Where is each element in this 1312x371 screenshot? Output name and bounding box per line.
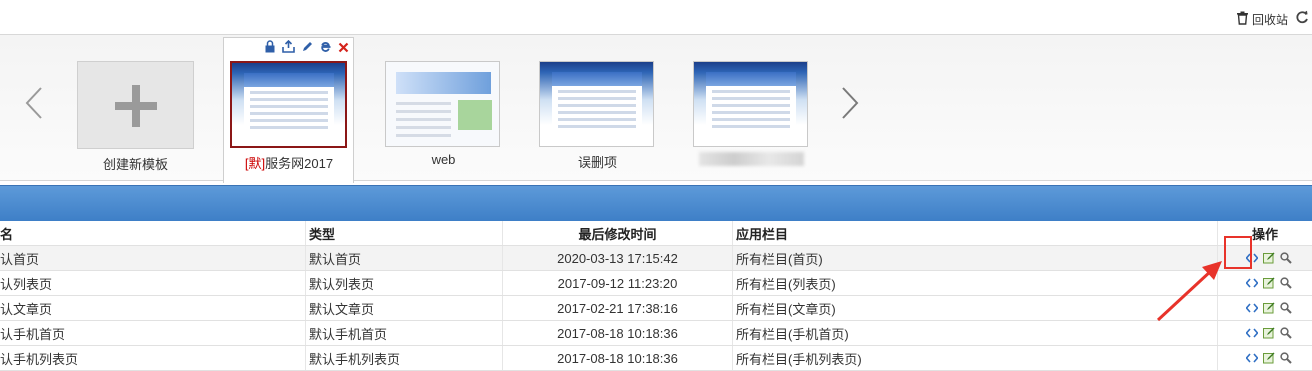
recycle-bin-button[interactable]: 回收站 (1236, 11, 1288, 28)
search-icon[interactable] (1280, 352, 1292, 364)
table-row: 认手机首页 默认手机首页 2017-08-18 10:18:36 所有栏目(手机… (0, 321, 1312, 346)
column-header-type: 类型 (306, 221, 503, 246)
operations-cell (1218, 296, 1312, 321)
last-modified-time: 2020-03-13 17:15:42 (503, 246, 733, 271)
applied-column: 所有栏目(列表页) (733, 271, 1218, 296)
last-modified-time: 2017-02-21 17:38:16 (503, 296, 733, 321)
last-modified-time: 2017-09-12 11:23:20 (503, 271, 733, 296)
template-card-blurred[interactable] (693, 61, 810, 169)
applied-column: 所有栏目(文章页) (733, 296, 1218, 321)
last-modified-time: 2017-08-18 10:18:36 (503, 321, 733, 346)
template-file-type: 默认手机列表页 (306, 346, 503, 371)
template-file-name: 认文章页 (0, 296, 306, 321)
template-toolbar (264, 40, 349, 56)
last-modified-time: 2017-08-18 10:18:36 (503, 346, 733, 371)
template-files-table: 名 类型 最后修改时间 应用栏目 操作 认首页 默认首页 2020-03-13 … (0, 221, 1312, 371)
top-bar: 回收站 (0, 0, 1312, 35)
export-icon[interactable] (282, 40, 295, 56)
default-badge: [默] (245, 156, 265, 171)
edit-pencil-icon[interactable] (301, 41, 313, 56)
search-icon[interactable] (1280, 252, 1292, 264)
template-file-type: 默认列表页 (306, 271, 503, 296)
template-file-type: 默认手机首页 (306, 321, 503, 346)
template-card-fuwuwang[interactable]: [默]服务网2017 (230, 61, 348, 172)
template-file-name: 认首页 (0, 246, 306, 271)
table-row: 认手机列表页 默认手机列表页 2017-08-18 10:18:36 所有栏目(… (0, 346, 1312, 371)
table-row: 认列表页 默认列表页 2017-09-12 11:23:20 所有栏目(列表页) (0, 271, 1312, 296)
code-edit-icon[interactable] (1246, 278, 1258, 288)
code-edit-icon[interactable] (1246, 353, 1258, 363)
template-thumbnail[interactable] (693, 61, 808, 147)
template-file-type: 默认首页 (306, 246, 503, 271)
create-template-label: 创建新模板 (77, 154, 194, 173)
edit-icon[interactable] (1263, 302, 1275, 314)
template-file-name: 认手机首页 (0, 321, 306, 346)
table-row: 认首页 默认首页 2020-03-13 17:15:42 所有栏目(首页) (0, 246, 1312, 271)
edit-icon[interactable] (1263, 327, 1275, 339)
operations-cell (1218, 321, 1312, 346)
applied-column: 所有栏目(手机列表页) (733, 346, 1218, 371)
column-header-applied-column: 应用栏目 (733, 221, 1218, 246)
annotation-arrow-icon (1150, 258, 1230, 328)
delete-x-icon[interactable] (338, 41, 349, 56)
applied-column: 所有栏目(首页) (733, 246, 1218, 271)
template-file-type: 默认文章页 (306, 296, 503, 321)
applied-column: 所有栏目(手机首页) (733, 321, 1218, 346)
search-icon[interactable] (1280, 277, 1292, 289)
template-thumbnail[interactable] (230, 61, 347, 148)
section-header-band (0, 185, 1312, 221)
template-name-redacted (693, 152, 810, 169)
template-name: 服务网2017 (265, 156, 333, 171)
table-header-row: 名 类型 最后修改时间 应用栏目 操作 (0, 221, 1312, 246)
trash-icon (1236, 11, 1249, 28)
search-icon[interactable] (1280, 302, 1292, 314)
template-strip (0, 35, 1312, 181)
template-label: [默]服务网2017 (230, 153, 348, 172)
plus-icon[interactable] (77, 61, 194, 149)
ie-preview-icon[interactable] (319, 40, 332, 56)
template-name: web (385, 152, 502, 167)
lock-icon[interactable] (264, 40, 276, 56)
create-template-card[interactable]: 创建新模板 (77, 61, 194, 173)
column-header-name: 名 (0, 221, 306, 246)
refresh-icon[interactable] (1295, 10, 1309, 27)
column-header-modified-time: 最后修改时间 (503, 221, 733, 246)
search-icon[interactable] (1280, 327, 1292, 339)
code-edit-icon[interactable] (1246, 328, 1258, 338)
operations-cell (1218, 271, 1312, 296)
next-arrow-icon[interactable] (840, 86, 860, 123)
template-card-deleted[interactable]: 误删项 (539, 61, 656, 171)
template-card-web[interactable]: web (385, 61, 502, 167)
table-row: 认文章页 默认文章页 2017-02-21 17:38:16 所有栏目(文章页) (0, 296, 1312, 321)
template-thumbnail[interactable] (539, 61, 654, 147)
template-file-name: 认列表页 (0, 271, 306, 296)
prev-arrow-icon[interactable] (24, 86, 44, 123)
edit-icon[interactable] (1263, 277, 1275, 289)
template-thumbnail[interactable] (385, 61, 500, 147)
code-edit-icon[interactable] (1246, 303, 1258, 313)
recycle-bin-label: 回收站 (1252, 11, 1288, 28)
edit-icon[interactable] (1263, 252, 1275, 264)
template-name: 误删项 (539, 152, 656, 171)
edit-icon[interactable] (1263, 352, 1275, 364)
operations-cell (1218, 346, 1312, 371)
template-file-name: 认手机列表页 (0, 346, 306, 371)
